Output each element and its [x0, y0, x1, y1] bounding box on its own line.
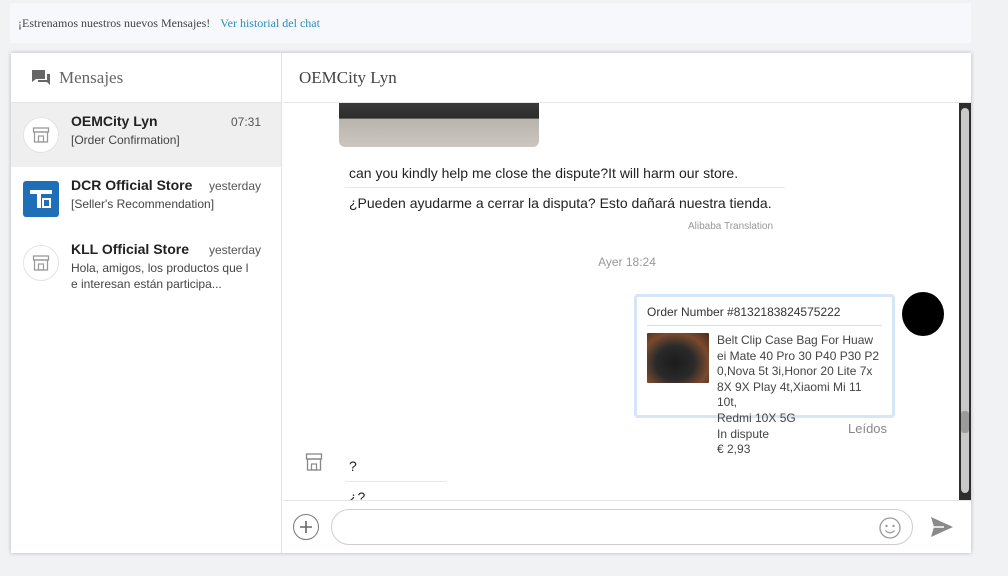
sidebar-header: Mensajes	[11, 53, 281, 103]
user-avatar	[902, 292, 944, 336]
preview-line-2: e interesan están participa...	[71, 277, 222, 291]
sidebar-title: Mensajes	[59, 67, 124, 87]
store-icon	[305, 453, 323, 471]
reply-message-2: ¿?	[349, 489, 366, 500]
avatar	[23, 181, 59, 217]
plus-icon	[300, 521, 312, 533]
order-card[interactable]: Order Number #8132183824575222 Belt Clip…	[634, 294, 895, 456]
conversation-time: yesterday	[208, 179, 261, 193]
chat-title: OEMCity Lyn	[299, 67, 397, 87]
message-text-en: can you kindly help me close the dispute…	[349, 165, 739, 181]
dcr-logo-icon	[26, 184, 56, 214]
conversation-item-dcr-official-store[interactable]: DCR Official Store yesterday [Seller's R…	[11, 167, 281, 231]
order-price: € 2,93	[717, 442, 751, 457]
read-status: Leídos	[848, 421, 888, 436]
scrollbar-track	[961, 108, 969, 493]
conversation-name: KLL Official Store	[71, 241, 189, 257]
reply-message-1: ?	[349, 458, 357, 474]
scrollbar-thumb[interactable]	[961, 411, 969, 433]
chat-main: OEMCity Lyn can you kindly help me close…	[283, 53, 971, 553]
message-text-es: ¿Pueden ayudarme a cerrar la disputa? Es…	[349, 195, 772, 211]
translation-note: Alibaba Translation	[688, 221, 774, 232]
notice-bar: ¡Estrenamos nuestros nuevos Mensajes! Ve…	[10, 3, 971, 43]
chat-header: OEMCity Lyn	[283, 53, 971, 103]
avatar	[23, 245, 59, 281]
message-divider	[345, 481, 447, 482]
conversation-preview: Hola, amigos, los productos que l e inte…	[71, 260, 261, 292]
add-attachment-button[interactable]	[293, 514, 319, 540]
message-timestamp: Ayer 18:24	[598, 255, 656, 269]
order-number: Order Number #8132183824575222	[647, 305, 882, 326]
product-thumbnail	[647, 333, 709, 383]
product-desc-line: Belt Clip Case Bag For Huaw	[717, 333, 874, 347]
conversation-item-oemcity-lyn[interactable]: OEMCity Lyn 07:31 [Order Confirmation]	[11, 103, 281, 167]
conversation-name: DCR Official Store	[71, 177, 193, 193]
conversation-item-kll-official-store[interactable]: KLL Official Store yesterday Hola, amigo…	[11, 231, 281, 295]
send-icon[interactable]	[929, 514, 955, 540]
product-desc-line: ei Mate 40 Pro 30 P40 P30 P2	[717, 348, 880, 363]
conversation-preview: [Order Confirmation]	[71, 133, 180, 147]
message-scrollbar[interactable]	[959, 103, 971, 500]
chat-bubbles-icon	[32, 69, 50, 85]
message-divider	[345, 187, 785, 188]
conversation-time: yesterday	[208, 243, 261, 257]
message-list: can you kindly help me close the dispute…	[283, 103, 971, 500]
emoji-icon[interactable]	[878, 516, 902, 540]
message-input[interactable]	[350, 516, 870, 538]
store-icon	[32, 127, 50, 143]
conversation-sidebar: Mensajes OEMCity Lyn 07:31 [Order Confir…	[11, 53, 282, 553]
conversation-name: OEMCity Lyn	[71, 113, 158, 129]
image-message[interactable]	[339, 103, 539, 147]
conversation-time: 07:31	[230, 115, 261, 129]
product-desc-line: 8X 9X Play 4t,Xiaomi Mi 11 10t,	[717, 379, 862, 410]
message-composer	[283, 500, 971, 553]
notice-text: ¡Estrenamos nuestros nuevos Mensajes!	[18, 15, 211, 30]
avatar	[23, 117, 59, 153]
chat-history-link[interactable]: Ver historial del chat	[220, 16, 320, 31]
chat-window: Mensajes OEMCity Lyn 07:31 [Order Confir…	[11, 53, 971, 553]
product-desc-line: 0,Nova 5t 3i,Honor 20 Lite 7x	[717, 364, 873, 379]
product-description: Belt Clip Case Bag For Huaw ei Mate 40 P…	[717, 333, 882, 458]
message-input-wrapper	[331, 509, 913, 545]
store-icon	[32, 255, 50, 271]
conversation-preview: [Seller's Recommendation]	[71, 197, 215, 211]
preview-line-1: Hola, amigos, los productos que l	[71, 261, 249, 275]
